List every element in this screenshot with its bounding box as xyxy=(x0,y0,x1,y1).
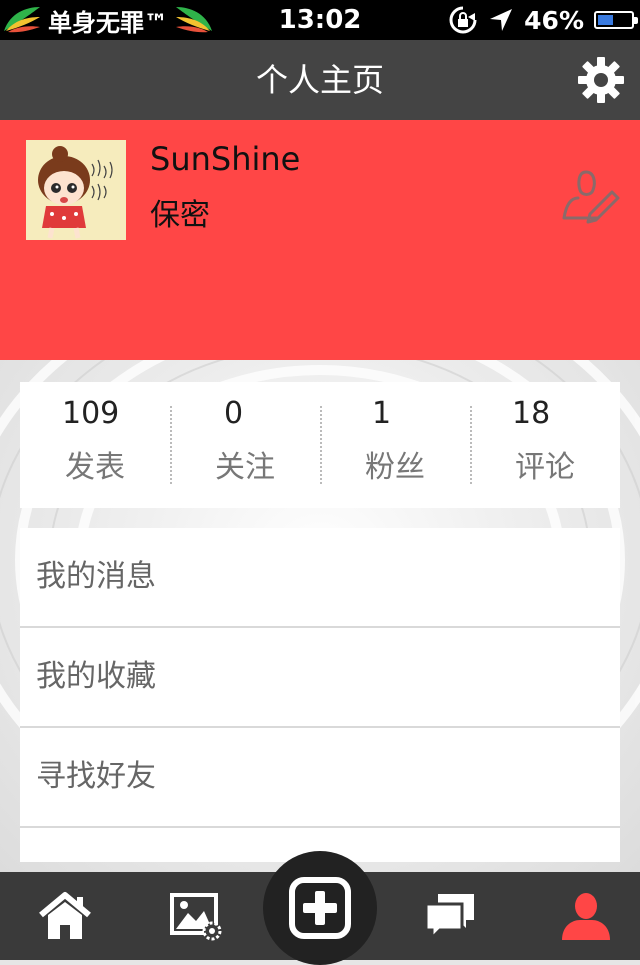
messages-icon xyxy=(424,894,474,942)
photo-gallery-icon xyxy=(170,893,222,941)
tab-gallery[interactable] xyxy=(146,872,246,960)
rotation-lock-icon xyxy=(449,6,477,34)
battery-percent: 46% xyxy=(524,5,584,35)
stat-comments[interactable]: 18 评论 xyxy=(470,382,620,508)
stat-label: 评论 xyxy=(515,450,575,485)
stat-label: 关注 xyxy=(215,450,275,485)
edit-profile-icon[interactable] xyxy=(560,164,622,224)
tab-home[interactable] xyxy=(15,872,115,960)
status-bar: 单身无罪™ 13:02 46% xyxy=(0,0,640,40)
location-arrow-icon xyxy=(490,9,513,31)
status-right: 46% xyxy=(448,0,638,40)
menu-list: 我的消息 我的收藏 寻找好友 xyxy=(20,528,620,862)
nav-bar: 个人主页 xyxy=(0,40,640,120)
stat-followers[interactable]: 1 粉丝 xyxy=(320,382,470,508)
stat-following[interactable]: 0 关注 xyxy=(170,382,320,508)
menu-item-messages[interactable]: 我的消息 xyxy=(20,528,620,628)
username: SunShine xyxy=(150,140,301,178)
stat-value: 18 xyxy=(512,396,551,431)
battery-level xyxy=(598,15,613,25)
profile-icon xyxy=(562,893,610,940)
stat-value: 109 xyxy=(62,396,120,431)
gear-icon[interactable] xyxy=(576,55,626,105)
menu-item-find-friends[interactable]: 寻找好友 xyxy=(20,728,620,828)
stat-posts[interactable]: 109 发表 xyxy=(20,382,170,508)
add-post-icon xyxy=(289,877,351,939)
stat-value: 0 xyxy=(224,396,244,431)
profile-header: SunShine 保密 xyxy=(0,120,640,360)
page-title: 个人主页 xyxy=(255,61,384,99)
battery-icon xyxy=(594,11,638,29)
stats-panel: 109 发表 0 关注 1 粉丝 18 评论 xyxy=(20,382,620,508)
avatar-cartoon-image xyxy=(26,140,126,240)
menu-item-favorites[interactable]: 我的收藏 xyxy=(20,628,620,728)
avatar[interactable] xyxy=(26,140,126,240)
stat-label: 粉丝 xyxy=(365,450,425,485)
add-post-button[interactable] xyxy=(263,851,377,965)
gender-label: 保密 xyxy=(150,198,210,233)
tab-messages[interactable] xyxy=(400,872,500,960)
stat-label: 发表 xyxy=(65,450,125,485)
home-icon xyxy=(39,892,91,939)
stat-value: 1 xyxy=(372,396,392,431)
tab-profile[interactable] xyxy=(536,872,636,960)
